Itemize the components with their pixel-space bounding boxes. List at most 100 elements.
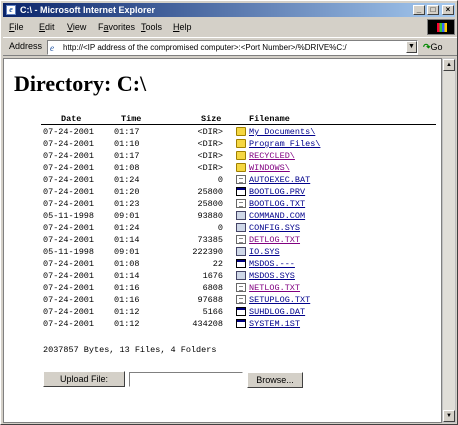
text-file-icon[interactable]	[236, 235, 246, 244]
file-link[interactable]: SUHDLOG.DAT	[249, 307, 305, 317]
browse-button[interactable]: Browse...	[247, 372, 303, 388]
file-link[interactable]: BOOTLOG.TXT	[249, 199, 305, 209]
file-time: 01:10	[114, 139, 140, 149]
scroll-down-icon[interactable]: ▼	[443, 410, 455, 422]
go-label: Go	[430, 42, 443, 52]
file-time: 01:12	[114, 319, 140, 329]
file-link[interactable]: SYSTEM.1ST	[249, 319, 300, 329]
upload-file-input[interactable]	[129, 372, 243, 387]
file-size: 1676	[202, 271, 223, 281]
folder-icon[interactable]	[236, 139, 246, 148]
file-row: 05-11-1998 09:01 222390 IO.SYS	[41, 246, 436, 258]
menu-favorites[interactable]: Favorites	[98, 19, 135, 35]
maximize-icon[interactable]: □	[427, 5, 439, 15]
file-link[interactable]: MSDOS.SYS	[249, 271, 295, 281]
text-file-icon[interactable]	[236, 199, 246, 208]
file-time: 01:17	[114, 151, 140, 161]
folder-icon[interactable]	[236, 127, 246, 136]
file-link[interactable]: DETLOG.TXT	[249, 235, 300, 245]
vertical-scrollbar[interactable]: ▲ ▼	[442, 58, 456, 423]
page-title: Directory: C:\	[14, 71, 147, 96]
system-file-icon[interactable]	[236, 271, 246, 280]
file-size: 25800	[197, 187, 223, 197]
file-date: 07-24-2001	[43, 235, 95, 245]
text-file-icon[interactable]	[236, 295, 246, 304]
file-time: 09:01	[114, 211, 140, 221]
file-date: 07-24-2001	[43, 151, 95, 161]
file-row: 07-24-2001 01:24 0 AUTOEXEC.BAT	[41, 174, 436, 186]
file-link[interactable]: IO.SYS	[249, 247, 280, 257]
file-size: 5166	[202, 307, 223, 317]
file-link[interactable]: RECYCLED\	[249, 151, 295, 161]
file-size: <DIR>	[197, 139, 223, 149]
text-file-icon[interactable]	[236, 283, 246, 292]
program-file-icon[interactable]	[236, 307, 246, 316]
file-link[interactable]: AUTOEXEC.BAT	[249, 175, 310, 185]
address-dropdown-icon[interactable]: ▼	[406, 41, 417, 53]
file-row: 07-24-2001 01:16 97688 SETUPLOG.TXT	[41, 294, 436, 306]
file-link[interactable]: SETUPLOG.TXT	[249, 295, 310, 305]
windows-logo-throbber	[427, 19, 455, 35]
file-link[interactable]: WINDOWS\	[249, 163, 290, 173]
menu-bar: File Edit View Favorites Tools Help	[3, 19, 421, 35]
page-content: Directory: C:\ Date Time Size Filename 0…	[3, 58, 442, 423]
file-row: 05-11-1998 09:01 93880 COMMAND.COM	[41, 210, 436, 222]
listing-summary: 2037857 Bytes, 13 Files, 4 Folders	[43, 345, 217, 355]
file-size: 6808	[202, 283, 223, 293]
text-file-icon[interactable]	[236, 175, 246, 184]
file-date: 07-24-2001	[43, 175, 95, 185]
system-file-icon[interactable]	[236, 223, 246, 232]
menu-tools[interactable]: Tools	[141, 19, 162, 35]
program-file-icon[interactable]	[236, 319, 246, 328]
col-size: Size	[201, 114, 222, 124]
file-size: <DIR>	[197, 163, 223, 173]
file-size: 434208	[192, 319, 223, 329]
file-link[interactable]: BOOTLOG.PRV	[249, 187, 305, 197]
address-url[interactable]: http://<IP address of the compromised co…	[63, 41, 347, 54]
file-row: 07-24-2001 01:24 0 CONFIG.SYS	[41, 222, 436, 234]
go-arrow-icon: ↷	[423, 42, 431, 52]
file-time: 09:01	[114, 247, 140, 257]
upload-file-button[interactable]: Upload File:	[43, 371, 125, 387]
menu-help[interactable]: Help	[173, 19, 192, 35]
file-size: 93880	[197, 211, 223, 221]
program-file-icon[interactable]	[236, 259, 246, 268]
browser-window: e C:\ - Microsoft Internet Explorer _ □ …	[0, 0, 458, 425]
file-link[interactable]: CONFIG.SYS	[249, 223, 300, 233]
file-date: 05-11-1998	[43, 247, 95, 257]
folder-icon[interactable]	[236, 163, 246, 172]
file-link[interactable]: Program Files\	[249, 139, 320, 149]
file-link[interactable]: My Documents\	[249, 127, 315, 137]
menu-view[interactable]: View	[67, 19, 86, 35]
program-file-icon[interactable]	[236, 187, 246, 196]
file-time: 01:14	[114, 235, 140, 245]
file-time: 01:16	[114, 283, 140, 293]
file-link[interactable]: NETLOG.TXT	[249, 283, 300, 293]
windows-flag-icon	[437, 23, 447, 32]
file-link[interactable]: MSDOS.---	[249, 259, 295, 269]
file-time: 01:14	[114, 271, 140, 281]
system-file-icon[interactable]	[236, 211, 246, 220]
go-button[interactable]: ↷Go	[423, 40, 443, 55]
file-link[interactable]: COMMAND.COM	[249, 211, 305, 221]
file-size: <DIR>	[197, 151, 223, 161]
menu-edit[interactable]: Edit	[39, 19, 55, 35]
minimize-icon[interactable]: _	[413, 5, 425, 15]
file-row: 07-24-2001 01:08 <DIR> WINDOWS\	[41, 162, 436, 174]
ie-app-icon[interactable]: e	[6, 5, 16, 15]
menu-file[interactable]: File	[9, 19, 24, 35]
close-icon[interactable]: ×	[442, 5, 454, 15]
file-time: 01:24	[114, 223, 140, 233]
file-row: 07-24-2001 01:16 6808 NETLOG.TXT	[41, 282, 436, 294]
file-time: 01:16	[114, 295, 140, 305]
address-input[interactable]: e http://<IP address of the compromised …	[47, 40, 418, 55]
scroll-up-icon[interactable]: ▲	[443, 59, 455, 71]
title-bar[interactable]: e C:\ - Microsoft Internet Explorer _ □ …	[3, 3, 455, 17]
file-row: 07-24-2001 01:14 73385 DETLOG.TXT	[41, 234, 436, 246]
file-date: 07-24-2001	[43, 127, 95, 137]
file-time: 01:20	[114, 187, 140, 197]
file-date: 07-24-2001	[43, 259, 95, 269]
file-row: 07-24-2001 01:20 25800 BOOTLOG.PRV	[41, 186, 436, 198]
system-file-icon[interactable]	[236, 247, 246, 256]
folder-icon[interactable]	[236, 151, 246, 160]
